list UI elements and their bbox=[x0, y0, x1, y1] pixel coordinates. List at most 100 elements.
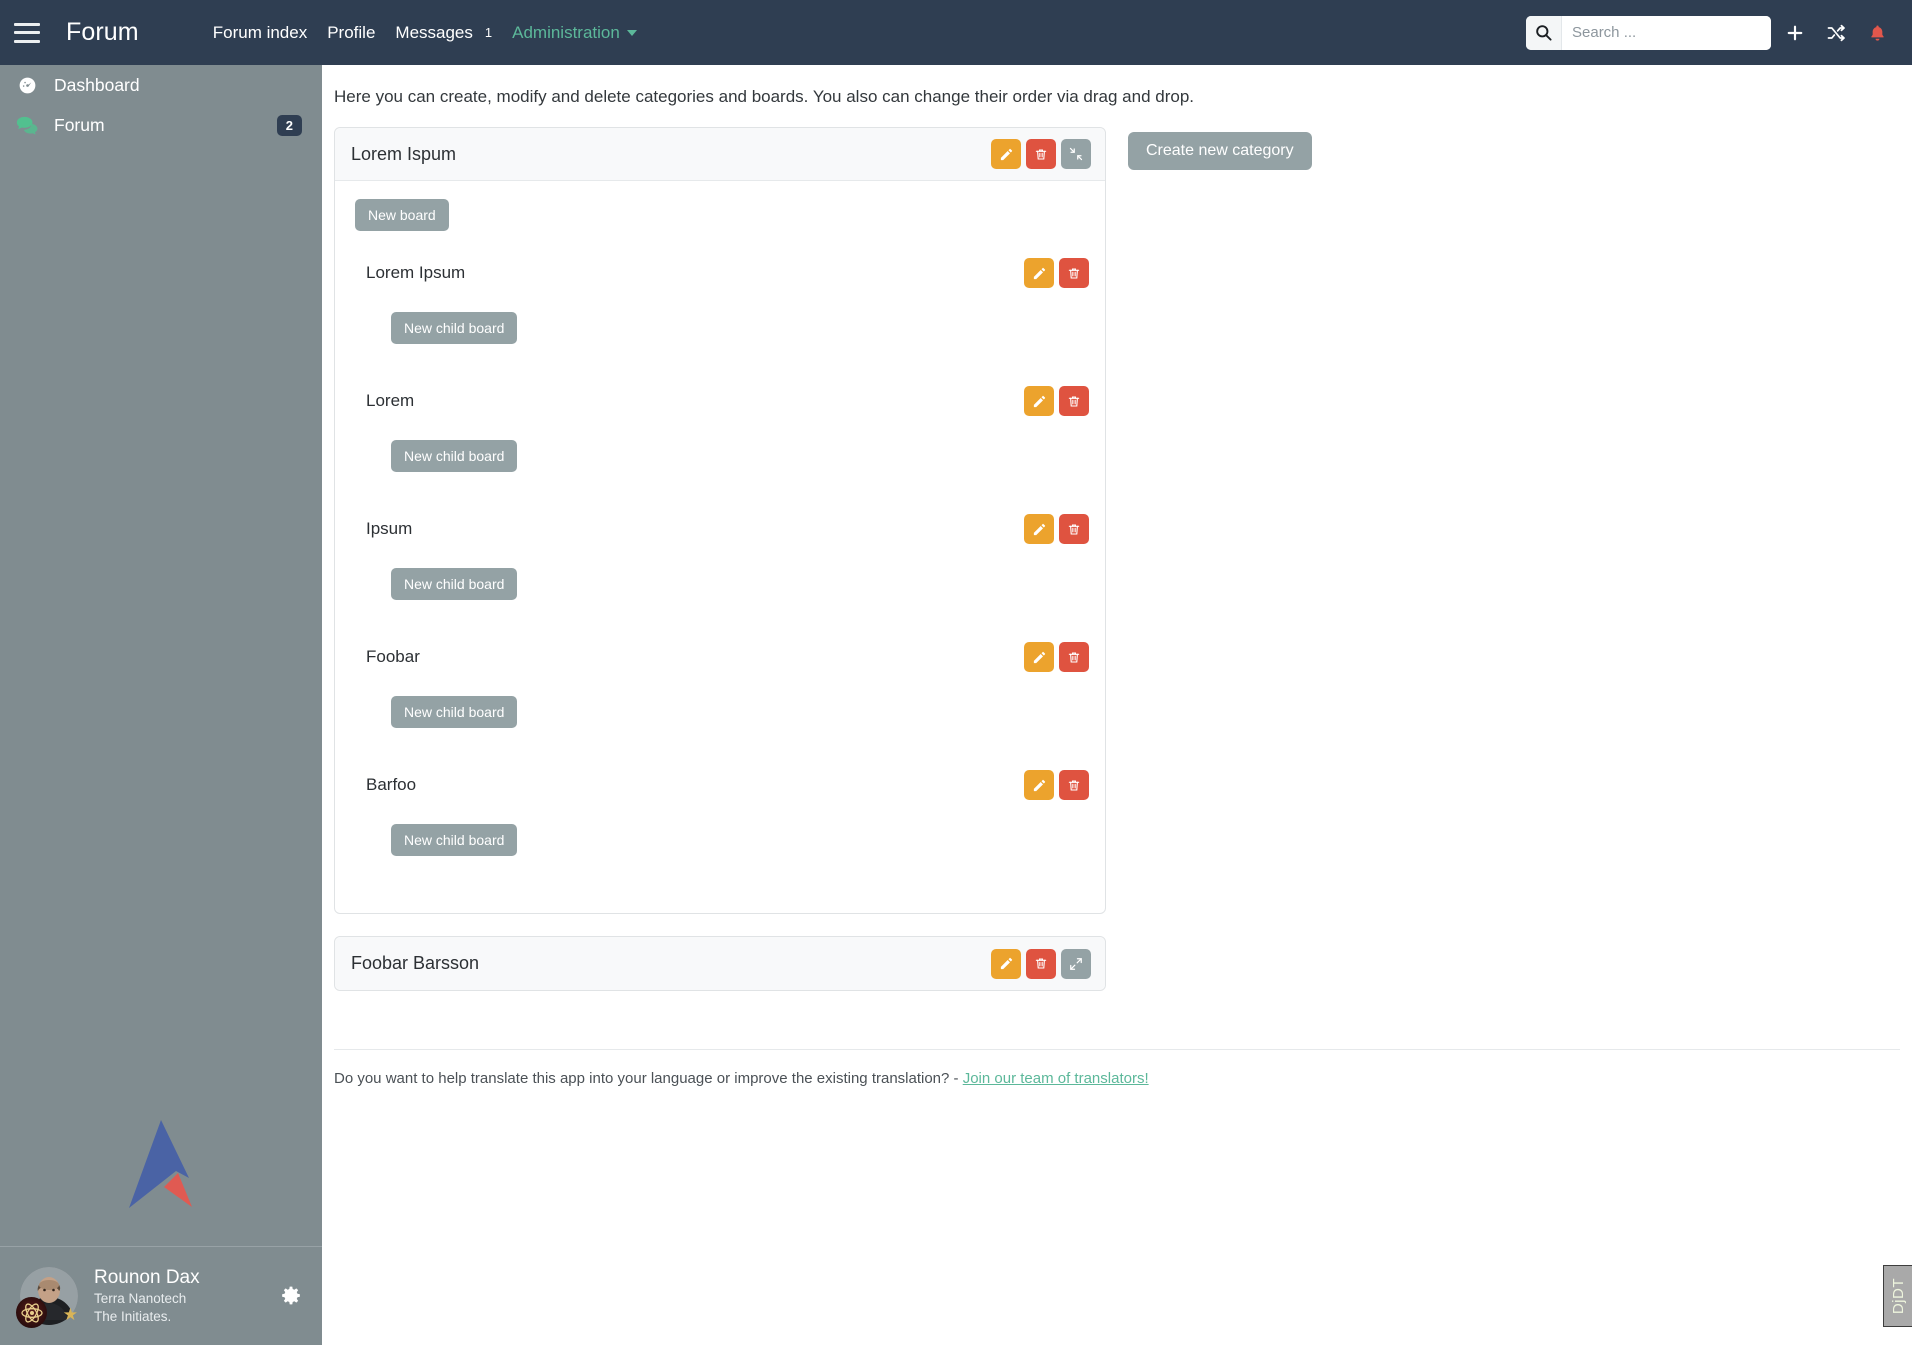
new-child-board-button[interactable]: New child board bbox=[391, 440, 518, 472]
board-actions bbox=[1024, 770, 1089, 800]
board-header: Barfoo bbox=[355, 765, 1089, 805]
user-group: The Initiates. bbox=[94, 1308, 172, 1324]
intro-text: Here you can create, modify and delete c… bbox=[334, 87, 1195, 106]
new-board-button[interactable]: New board bbox=[355, 199, 449, 231]
board-header: Ipsum bbox=[355, 509, 1089, 549]
gear-icon[interactable] bbox=[278, 1283, 304, 1309]
nav-link-profile[interactable]: Profile bbox=[317, 23, 385, 43]
category-card: Lorem Ispum New board Lorem Ipsum New ch… bbox=[334, 127, 1106, 914]
sidebar-item-label-forum: Forum bbox=[54, 114, 105, 135]
navbar-right-group bbox=[1526, 15, 1912, 50]
new-child-board-button[interactable]: New child board bbox=[391, 824, 518, 856]
translators-link[interactable]: Join our team of translators! bbox=[963, 1070, 1149, 1087]
board-actions bbox=[1024, 386, 1089, 416]
category-create-column: Create new category bbox=[1128, 127, 1312, 170]
nav-link-forum-index[interactable]: Forum index bbox=[203, 23, 317, 43]
messages-count-badge: 1 bbox=[484, 25, 493, 40]
sidebar-item-label-dashboard: Dashboard bbox=[54, 74, 140, 95]
board-header: Foobar bbox=[355, 637, 1089, 677]
sidebar-badge-forum: 2 bbox=[276, 114, 302, 136]
board-children: New child board bbox=[355, 677, 1089, 765]
footer-divider bbox=[334, 1049, 1900, 1050]
user-info: Rounon Dax Terra Nanotech The Initiates. bbox=[94, 1266, 278, 1326]
board-name: Foobar bbox=[366, 647, 420, 666]
board-children: New child board bbox=[355, 805, 1089, 893]
delete-board-button[interactable] bbox=[1059, 642, 1089, 672]
category-header[interactable]: Foobar Barsson bbox=[335, 937, 1105, 990]
star-icon: ★ bbox=[62, 1305, 78, 1324]
board-list: Lorem Ipsum New child board Lorem New ch… bbox=[355, 253, 1105, 893]
board-name: Ipsum bbox=[366, 519, 413, 538]
category-actions bbox=[991, 948, 1091, 979]
nav-links: Forum index Profile Messages 1 Administr… bbox=[203, 23, 647, 43]
edit-board-button[interactable] bbox=[1024, 770, 1054, 800]
board-name: Lorem bbox=[366, 391, 415, 410]
delete-board-button[interactable] bbox=[1059, 258, 1089, 288]
category-card: Foobar Barsson bbox=[334, 936, 1106, 991]
chevron-down-icon bbox=[626, 30, 637, 37]
board-children: New child board bbox=[355, 293, 1089, 381]
footer-text: Do you want to help translate this app i… bbox=[334, 1070, 1912, 1087]
delete-category-button[interactable] bbox=[1026, 139, 1056, 169]
category-title: Lorem Ispum bbox=[351, 143, 457, 164]
nav-link-messages[interactable]: Messages bbox=[385, 23, 482, 43]
board-item: Lorem New child board bbox=[355, 381, 1105, 509]
board-item: Ipsum New child board bbox=[355, 509, 1105, 637]
board-item: Foobar New child board bbox=[355, 637, 1105, 765]
atom-icon bbox=[16, 1297, 47, 1328]
bell-icon[interactable] bbox=[1860, 16, 1894, 50]
board-item: Barfoo New child board bbox=[355, 765, 1105, 893]
delete-board-button[interactable] bbox=[1059, 386, 1089, 416]
board-header: Lorem bbox=[355, 381, 1089, 421]
djdt-label: DjDT bbox=[1889, 1277, 1907, 1315]
user-panel[interactable]: ★ Rounon Dax Terra Nanotech The Initiate… bbox=[0, 1246, 322, 1345]
board-actions bbox=[1024, 642, 1089, 672]
nav-link-administration[interactable]: Administration bbox=[502, 23, 647, 43]
content-row: Lorem Ispum New board Lorem Ipsum New ch… bbox=[322, 127, 1912, 1013]
edit-board-button[interactable] bbox=[1024, 514, 1054, 544]
sidebar: Dashboard Forum 2 ★ Rounon Dax Terra Nan… bbox=[0, 65, 322, 1345]
board-item: Lorem Ipsum New child board bbox=[355, 253, 1105, 381]
new-child-board-button[interactable]: New child board bbox=[391, 312, 518, 344]
edit-board-button[interactable] bbox=[1024, 386, 1054, 416]
category-body: New board Lorem Ipsum New child board Lo… bbox=[335, 181, 1105, 913]
avatar-wrapper: ★ bbox=[16, 1267, 78, 1328]
edit-board-button[interactable] bbox=[1024, 642, 1054, 672]
sidebar-item-dashboard[interactable]: Dashboard bbox=[0, 65, 322, 105]
administration-label: Administration bbox=[512, 22, 620, 42]
edit-category-button[interactable] bbox=[991, 139, 1021, 169]
collapse-category-button[interactable] bbox=[1061, 139, 1091, 169]
django-debug-toolbar-tab[interactable]: DjDT bbox=[1883, 1265, 1912, 1327]
new-child-board-button[interactable]: New child board bbox=[391, 568, 518, 600]
edit-board-button[interactable] bbox=[1024, 258, 1054, 288]
delete-category-button[interactable] bbox=[1026, 948, 1056, 979]
search-box bbox=[1526, 15, 1771, 50]
top-navbar: Forum Forum index Profile Messages 1 Adm… bbox=[0, 0, 1912, 65]
sidebar-item-forum[interactable]: Forum 2 bbox=[0, 105, 322, 145]
new-child-board-button[interactable]: New child board bbox=[391, 696, 518, 728]
main-content: Here you can create, modify and delete c… bbox=[322, 65, 1912, 1345]
hamburger-icon[interactable] bbox=[14, 22, 40, 43]
delete-board-button[interactable] bbox=[1059, 514, 1089, 544]
app-logo bbox=[0, 1115, 322, 1213]
expand-category-button[interactable] bbox=[1061, 948, 1091, 979]
category-header[interactable]: Lorem Ispum bbox=[335, 128, 1105, 181]
board-children: New child board bbox=[355, 549, 1089, 637]
board-actions bbox=[1024, 258, 1089, 288]
user-name: Rounon Dax bbox=[94, 1266, 200, 1288]
search-icon[interactable] bbox=[1526, 15, 1562, 50]
board-actions bbox=[1024, 514, 1089, 544]
footer-message: Do you want to help translate this app i… bbox=[334, 1070, 963, 1087]
board-name: Barfoo bbox=[366, 775, 417, 794]
shuffle-icon[interactable] bbox=[1819, 16, 1853, 50]
comments-icon bbox=[14, 115, 40, 136]
brand-title[interactable]: Forum bbox=[66, 18, 139, 47]
create-new-category-button[interactable]: Create new category bbox=[1128, 132, 1312, 170]
board-header: Lorem Ipsum bbox=[355, 253, 1089, 293]
edit-category-button[interactable] bbox=[991, 948, 1021, 979]
delete-board-button[interactable] bbox=[1059, 770, 1089, 800]
board-name: Lorem Ipsum bbox=[366, 263, 466, 282]
search-input[interactable] bbox=[1562, 15, 1771, 50]
plus-icon[interactable] bbox=[1778, 16, 1812, 50]
category-actions bbox=[991, 139, 1091, 169]
